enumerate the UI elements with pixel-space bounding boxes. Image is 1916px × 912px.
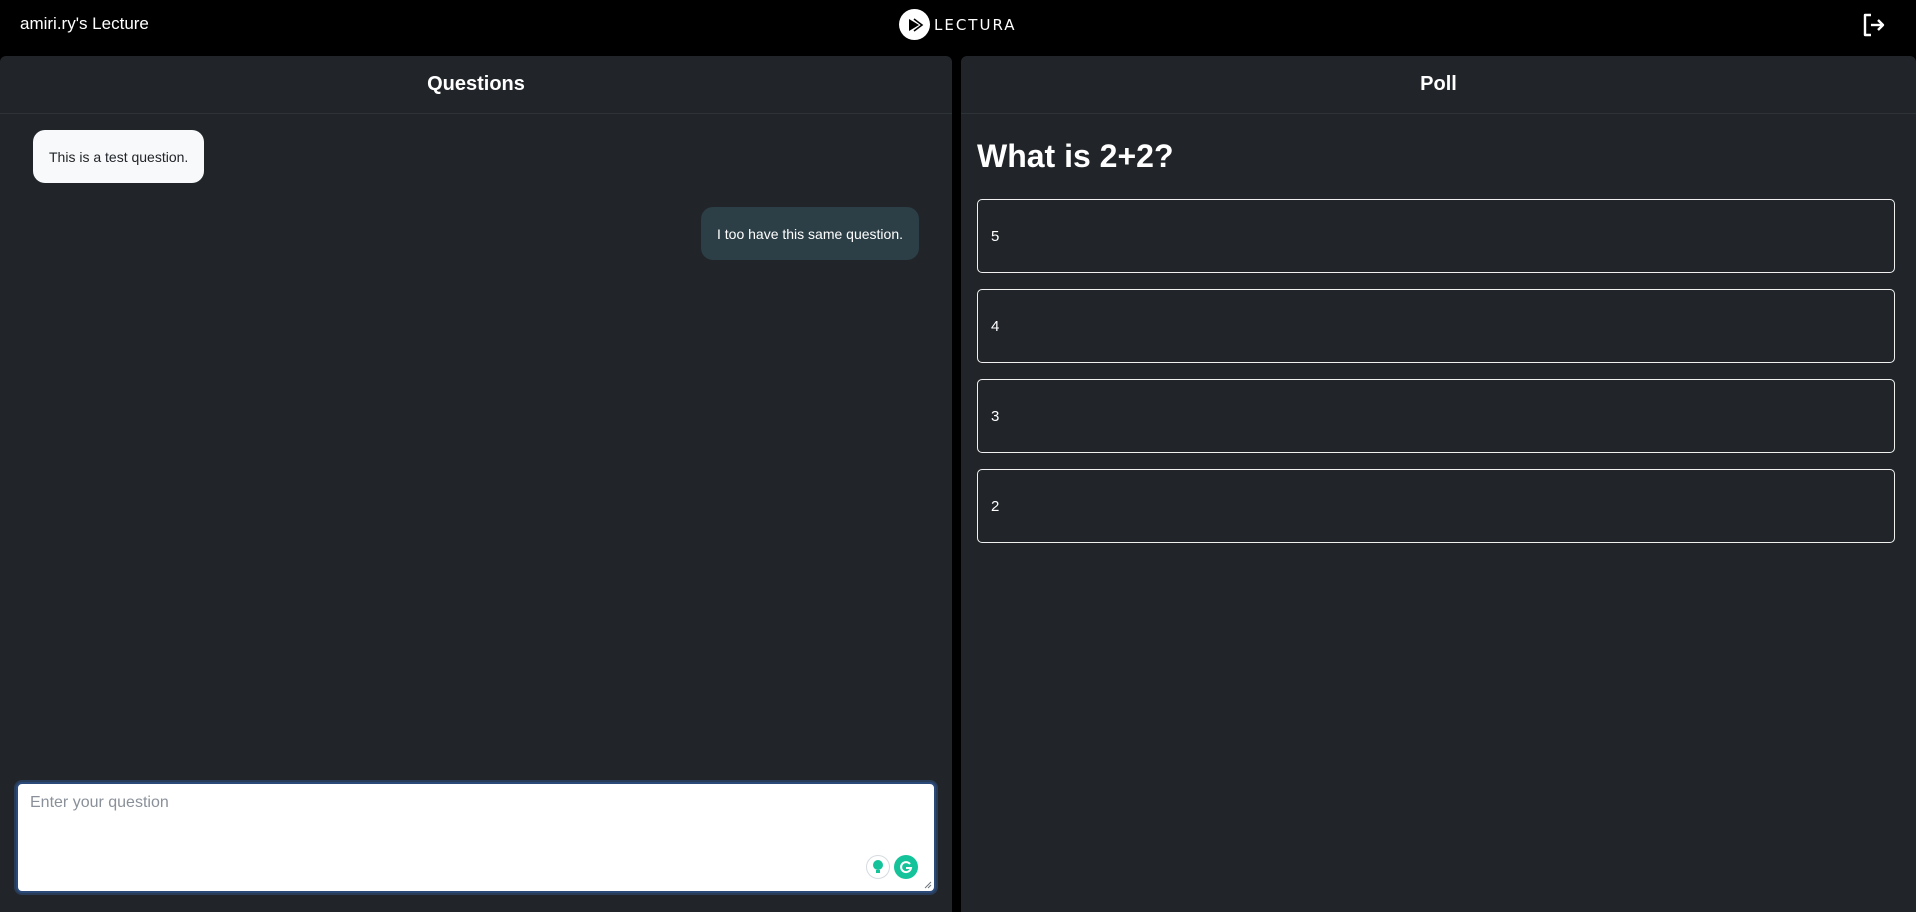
logo-icon bbox=[899, 9, 930, 40]
poll-option[interactable]: 3 bbox=[977, 379, 1895, 453]
poll-question: What is 2+2? bbox=[977, 138, 1174, 174]
lectura-logo[interactable]: LECTURA bbox=[899, 9, 1017, 40]
poll-title: Poll bbox=[961, 56, 1916, 114]
lecture-title: amiri.ry's Lecture bbox=[20, 14, 149, 33]
questions-panel: Questions This is a test question. I too… bbox=[0, 56, 952, 912]
questions-title: Questions bbox=[0, 56, 952, 114]
writing-assistant-tools bbox=[866, 855, 918, 879]
lightbulb-icon[interactable] bbox=[866, 855, 890, 879]
grammarly-icon[interactable] bbox=[894, 855, 918, 879]
logout-button[interactable] bbox=[1859, 10, 1889, 40]
resize-handle-icon[interactable] bbox=[924, 881, 932, 889]
question-message: This is a test question. bbox=[33, 130, 205, 183]
question-input[interactable] bbox=[18, 784, 934, 891]
logout-icon bbox=[1863, 13, 1885, 37]
poll-panel: Poll What is 2+2? 5 4 3 2 bbox=[961, 56, 1916, 912]
poll-option[interactable]: 4 bbox=[977, 289, 1895, 363]
logo-text: LECTURA bbox=[934, 15, 1017, 34]
top-bar: amiri.ry's Lecture LECTURA bbox=[0, 0, 1916, 49]
question-message-own: I too have this same question. bbox=[701, 207, 919, 260]
question-input-container bbox=[16, 782, 936, 893]
poll-option[interactable]: 5 bbox=[977, 199, 1895, 273]
poll-option[interactable]: 2 bbox=[977, 469, 1895, 543]
